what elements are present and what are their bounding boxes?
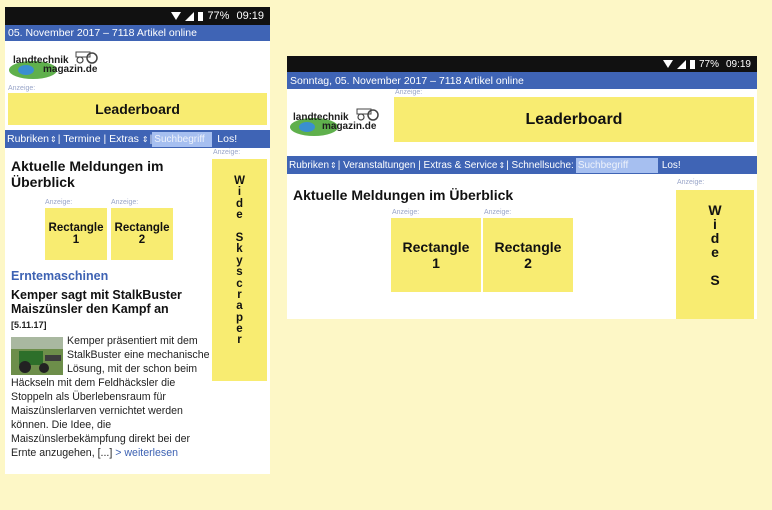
article-thumbnail[interactable]: [11, 337, 63, 375]
logo-line-2: magazin.de: [43, 64, 98, 75]
rectangle-ad-1[interactable]: Rectangle 1: [45, 208, 107, 260]
date-bar: Sonntag, 05. November 2017 – 7118 Artike…: [287, 72, 757, 89]
clock: 09:19: [236, 10, 264, 22]
ad-text: Rectangle: [402, 239, 470, 255]
date-line: Sonntag, 05. November 2017 – 7118 Artike…: [290, 74, 524, 87]
rectangle-ad-2[interactable]: Rectangle 2: [111, 208, 173, 260]
leaderboard-ad[interactable]: Leaderboard: [394, 97, 754, 142]
ad-label: Anzeige:: [45, 199, 73, 206]
ad-text: Rectangle: [48, 222, 104, 234]
rectangle-ad-1[interactable]: Rectangle 1: [391, 218, 481, 292]
article-body: Kemper präsentiert mit dem StalkBuster e…: [11, 334, 213, 460]
wide-skyscraper-ad[interactable]: WideS: [676, 190, 754, 319]
wide-skyscraper-ad[interactable]: WideSkyscraper: [212, 159, 267, 381]
content: Aktuelle Meldungen im Überblick Anzeige:…: [5, 148, 270, 460]
read-more-link[interactable]: > weiterlesen: [115, 447, 178, 459]
leaderboard-ad[interactable]: Leaderboard: [8, 93, 267, 125]
article-date: [5.11.17]: [11, 320, 47, 330]
landscape-screenshot: 77% 09:19 Sonntag, 05. November 2017 – 7…: [287, 56, 757, 319]
nav-bar: Rubriken ⇕ | Termine | Extras ⇕ | Los!: [5, 130, 270, 148]
date-line: 05. November 2017 – 7118 Artikel online: [8, 27, 197, 39]
skyscraper-letter: r: [237, 334, 242, 347]
wifi-icon: [171, 12, 182, 20]
nav-schnellsuche: | Schnellsuche:: [506, 159, 574, 171]
skyscraper-letter: W: [708, 202, 722, 218]
ad-label: Anzeige:: [213, 149, 241, 156]
header: landtechnik magazin.de: [5, 41, 270, 85]
header: landtechnik magazin.de Anzeige: Leaderbo…: [287, 89, 757, 151]
nav-rubriken[interactable]: Rubriken: [7, 133, 49, 145]
skyscraper-letter: S: [710, 272, 720, 288]
signal-icon: [185, 11, 195, 21]
skyscraper-letter: e: [236, 209, 243, 222]
battery-icon: [198, 11, 204, 21]
ad-label: Anzeige:: [392, 209, 420, 216]
ad-text: Rectangle: [114, 222, 170, 234]
battery-level: 77%: [698, 58, 719, 70]
date-bar: 05. November 2017 – 7118 Artikel online: [5, 25, 270, 41]
skyscraper-letter: s: [236, 266, 243, 279]
battery-level: 77%: [207, 10, 230, 22]
ad-number: 2: [524, 255, 532, 271]
site-logo[interactable]: landtechnik magazin.de: [8, 46, 103, 82]
updown-icon: ⇕: [50, 134, 57, 144]
ad-label: Anzeige:: [677, 179, 705, 186]
ad-number: 1: [72, 234, 80, 246]
updown-icon: ⇕: [498, 160, 506, 170]
ad-number: 2: [138, 234, 146, 246]
updown-icon: ⇕: [141, 134, 149, 144]
leaderboard-label: Leaderboard: [525, 110, 623, 128]
ad-text: Rectangle: [494, 239, 562, 255]
nav-links[interactable]: | Termine | Extras: [58, 133, 139, 145]
status-bar: 77% 09:19: [287, 56, 757, 72]
ad-label: Anzeige:: [111, 199, 139, 206]
updown-icon: ⇕: [330, 160, 337, 170]
category-link[interactable]: Erntemaschinen: [11, 269, 108, 283]
page-heading: Aktuelle Meldungen im Überblick: [293, 187, 514, 203]
signal-icon: [676, 59, 686, 69]
nav-rubriken[interactable]: Rubriken: [289, 160, 329, 171]
article-title[interactable]: Kemper sagt mit StalkBuster Maiszünsler …: [11, 288, 207, 316]
skyscraper-letter: a: [236, 300, 243, 313]
rectangle-ad-2[interactable]: Rectangle 2: [483, 218, 573, 292]
logo-line-2: magazin.de: [322, 121, 377, 132]
page-heading: Aktuelle Meldungen im Überblick: [11, 158, 164, 190]
ad-label: Anzeige:: [8, 85, 36, 92]
status-bar: 77% 09:19: [5, 7, 270, 25]
site-logo[interactable]: landtechnik magazin.de: [289, 103, 384, 139]
nav-links[interactable]: | Veranstaltungen | Extras & Service: [338, 160, 498, 171]
skyscraper-letter: e: [711, 244, 719, 260]
ad-number: 1: [432, 255, 440, 271]
wifi-icon: [662, 60, 673, 68]
clock: 09:19: [725, 58, 751, 70]
ad-label: Anzeige:: [484, 209, 512, 216]
search-submit[interactable]: Los!: [662, 160, 681, 171]
portrait-screenshot: 77% 09:19 05. November 2017 – 7118 Artik…: [5, 7, 270, 474]
ad-label: Anzeige:: [395, 89, 423, 96]
search-input[interactable]: [575, 157, 658, 173]
search-input[interactable]: [152, 131, 213, 147]
nav-bar: Rubriken ⇕ | Veranstaltungen | Extras & …: [287, 156, 757, 174]
battery-icon: [689, 59, 695, 69]
leaderboard-label: Leaderboard: [95, 101, 180, 117]
skyscraper-letter: i: [713, 216, 717, 232]
content: Aktuelle Meldungen im Überblick Anzeige:…: [287, 174, 757, 319]
skyscraper-letter: d: [710, 230, 720, 246]
search-submit[interactable]: Los!: [217, 133, 237, 145]
